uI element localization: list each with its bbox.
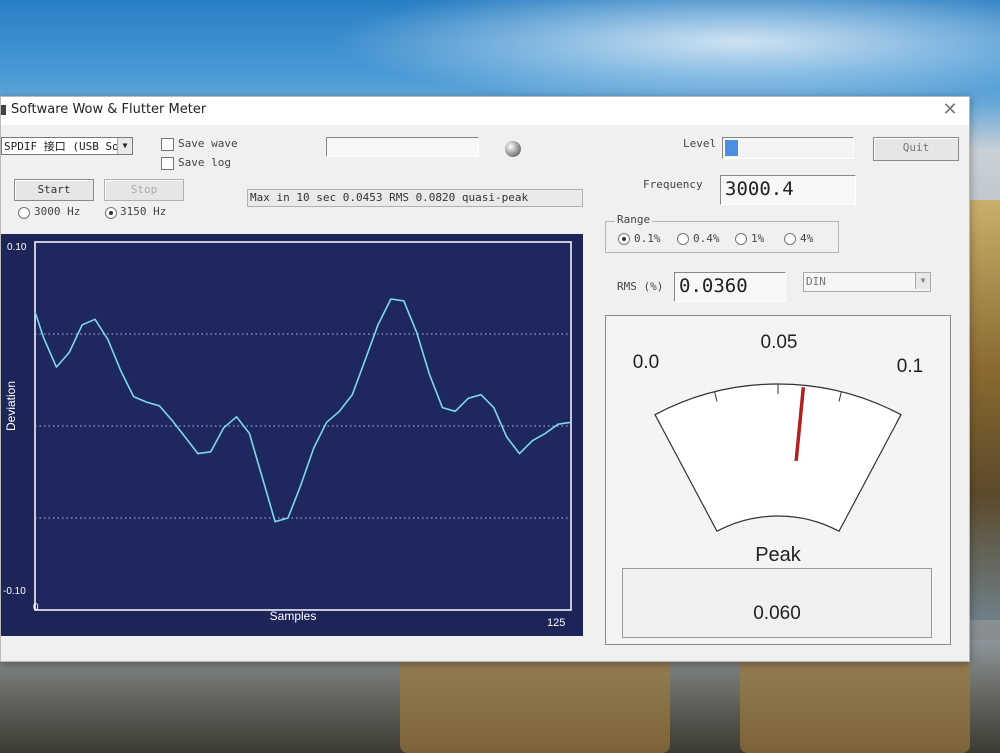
progress-field bbox=[326, 137, 479, 157]
desktop-wallpaper-reflection bbox=[740, 655, 970, 753]
frequency-value: 3000.4 bbox=[720, 175, 856, 205]
x-axis-label: Samples bbox=[270, 609, 317, 623]
title-bar[interactable]: Software Wow & Flutter Meter ✕ bbox=[1, 97, 969, 125]
chevron-down-icon[interactable]: ▼ bbox=[117, 138, 132, 154]
level-meter-fill bbox=[725, 140, 738, 156]
level-meter bbox=[722, 137, 854, 159]
radio-3150hz-label: 3150 Hz bbox=[120, 205, 167, 218]
weighting-select[interactable]: DIN ▼ bbox=[803, 272, 931, 292]
weighting-value: DIN bbox=[806, 275, 826, 288]
range-label: Range bbox=[615, 213, 653, 226]
range-radio-4[interactable] bbox=[784, 233, 796, 245]
peak-label: Peak bbox=[755, 544, 801, 566]
y-tick-label-min: -0.10 bbox=[3, 586, 26, 597]
status-box: Max in 10 sec 0.0453 RMS 0.0820 quasi-pe… bbox=[247, 189, 583, 207]
rms-value: 0.0360 bbox=[674, 272, 786, 302]
input-device-select[interactable]: SPDIF 接口 (USB Sou ▼ bbox=[1, 137, 133, 155]
stop-button[interactable]: Stop bbox=[104, 179, 184, 201]
frequency-label: Frequency bbox=[643, 178, 703, 191]
range-radio-0-4[interactable] bbox=[677, 233, 689, 245]
peak-value: 0.060 bbox=[753, 603, 801, 624]
save-log-label: Save log bbox=[178, 156, 231, 169]
level-label: Level bbox=[683, 137, 717, 150]
y-axis-label: Deviation bbox=[4, 381, 18, 431]
desktop-clouds bbox=[330, 0, 1000, 105]
meter-scale-min: 0.0 bbox=[633, 352, 659, 373]
status-text: Max in 10 sec 0.0453 RMS 0.0820 quasi-pe… bbox=[250, 191, 529, 204]
range-radio-0-1[interactable] bbox=[618, 233, 630, 245]
x-tick-label-max: 125 bbox=[547, 617, 565, 629]
radio-3000hz-label: 3000 Hz bbox=[34, 205, 81, 218]
meter-scale-max: 0.1 bbox=[897, 356, 923, 377]
save-log-checkbox[interactable] bbox=[161, 157, 174, 170]
chevron-down-icon[interactable]: ▼ bbox=[915, 273, 930, 289]
analog-meter: 0.0 0.05 0.1 bbox=[633, 332, 923, 533]
peak-display: 0.060 bbox=[622, 568, 932, 638]
deviation-chart: 0.10 -0.10 0 125 Samples Deviation bbox=[3, 241, 572, 629]
signal-led-indicator bbox=[505, 141, 521, 157]
x-tick-label-min: 0 bbox=[33, 602, 39, 613]
range-label-0-4: 0.4% bbox=[693, 232, 720, 245]
range-label-4: 4% bbox=[800, 232, 814, 245]
y-tick-label-max: 0.10 bbox=[7, 242, 27, 253]
save-wave-checkbox[interactable] bbox=[161, 138, 174, 151]
desktop-wallpaper-reflection bbox=[400, 655, 670, 753]
app-icon bbox=[1, 105, 6, 115]
input-device-value: SPDIF 接口 (USB Sou bbox=[4, 140, 126, 153]
range-radio-1[interactable] bbox=[735, 233, 747, 245]
rms-label: RMS (%) bbox=[617, 280, 664, 293]
meter-dial-face bbox=[654, 383, 902, 533]
save-wave-label: Save wave bbox=[178, 137, 238, 150]
meter-scale-mid: 0.05 bbox=[761, 332, 798, 353]
radio-3150hz[interactable] bbox=[105, 207, 117, 219]
range-label-0-1: 0.1% bbox=[634, 232, 661, 245]
quit-button[interactable]: Quit bbox=[873, 137, 959, 161]
app-window: Software Wow & Flutter Meter ✕ SPDIF 接口 … bbox=[0, 96, 970, 662]
radio-3000hz[interactable] bbox=[18, 207, 30, 219]
window-title: Software Wow & Flutter Meter bbox=[11, 102, 207, 117]
range-label-1: 1% bbox=[751, 232, 765, 245]
start-button[interactable]: Start bbox=[14, 179, 94, 201]
close-icon[interactable]: ✕ bbox=[939, 99, 961, 121]
analog-meter-panel: 0.0 0.05 0.1 Peak 0.060 bbox=[605, 315, 951, 645]
deviation-chart-panel: 0.10 -0.10 0 125 Samples Deviation bbox=[1, 234, 583, 636]
